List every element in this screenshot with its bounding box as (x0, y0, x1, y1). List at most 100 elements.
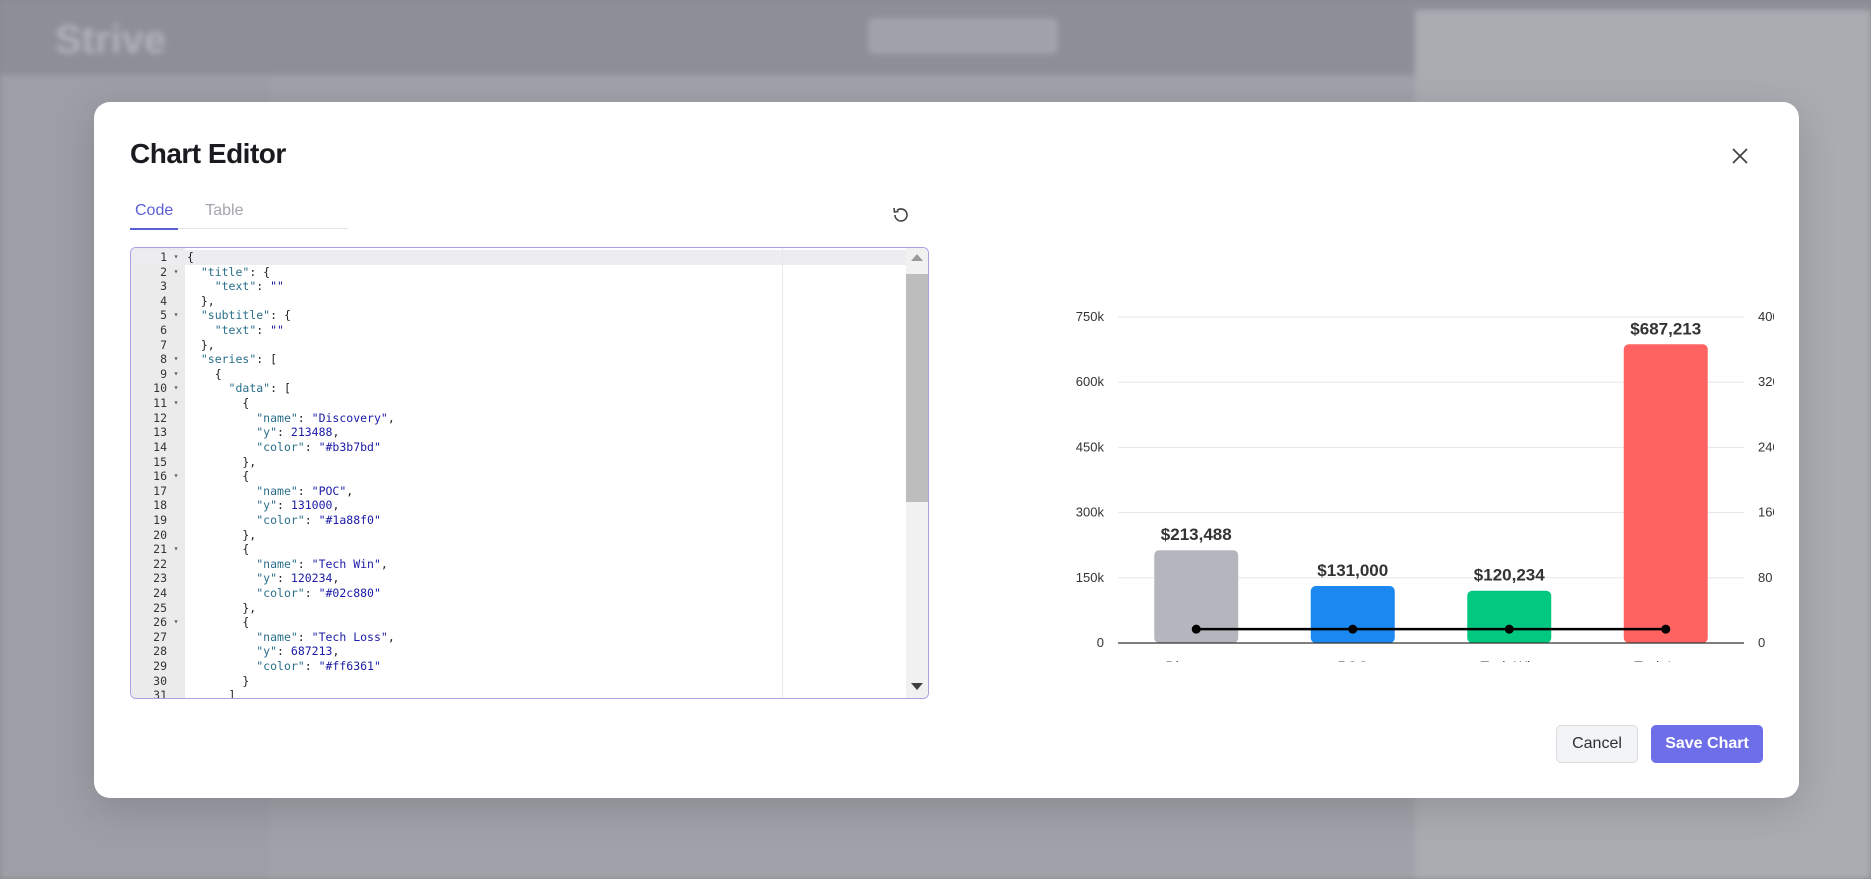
code-line[interactable]: 5 ▾ "subtitle": { (131, 308, 395, 323)
code-line[interactable]: 21 ▾ { (131, 542, 395, 557)
code-text: "name": "Discovery", (256, 410, 395, 425)
line-number: 17 (153, 483, 167, 498)
code-line[interactable]: 11 ▾ { (131, 396, 395, 411)
line-number: 26 (153, 615, 167, 630)
code-text: "y": 213488, (256, 425, 340, 440)
code-text: { (187, 615, 250, 630)
fold-arrow-icon[interactable]: ▾ (169, 396, 183, 411)
code-line[interactable]: 18 "y": 131000, (131, 498, 395, 513)
code-line[interactable]: 15 }, (131, 455, 395, 470)
fold-arrow-icon[interactable]: ▾ (169, 542, 183, 557)
code-lines[interactable]: 1 ▾{2 ▾ "title": {3 "text": "" 4 }, 5 ▾ "subt… (131, 250, 395, 699)
line-number: 29 (153, 659, 167, 674)
code-text: "y": 687213, (256, 644, 340, 659)
code-line[interactable]: 25 }, (131, 601, 395, 616)
code-line[interactable]: 1 ▾ { (131, 250, 395, 265)
code-line[interactable]: 3 "text": "" (131, 279, 395, 294)
code-text: "color": "#02c880" (256, 586, 381, 601)
code-text: "text": "" (214, 279, 284, 294)
code-text: "y": 120234, (256, 571, 340, 586)
fold-arrow-icon[interactable]: ▾ (169, 265, 183, 280)
y-left-tick-label: 450k (1076, 439, 1105, 454)
line-number: 5 (160, 308, 167, 323)
fold-arrow-icon[interactable]: ▾ (169, 250, 183, 265)
fold-arrow-icon[interactable]: ▾ (169, 615, 183, 630)
fold-arrow-icon[interactable]: ▾ (169, 381, 183, 396)
code-text: { (187, 396, 250, 411)
code-line[interactable]: 8 ▾ "series": [ (131, 352, 395, 367)
code-text: "name": "POC", (256, 483, 354, 498)
y-right-tick-label: 160 (1758, 505, 1774, 520)
editor-scrollbar[interactable] (906, 248, 928, 698)
code-line[interactable]: 27 "name": "Tech Loss", (131, 630, 395, 645)
code-line[interactable]: 30 } (131, 674, 395, 689)
scroll-up-arrow[interactable] (911, 254, 923, 261)
code-line[interactable]: 19 "color": "#1a88f0" (131, 513, 395, 528)
code-text: }, (187, 293, 215, 308)
code-text: { (187, 542, 250, 557)
code-line[interactable]: 10 ▾ "data": [ (131, 381, 395, 396)
line-number: 18 (153, 498, 167, 513)
code-line[interactable]: 6 "text": "" (131, 323, 395, 338)
code-line[interactable]: 16 ▾ { (131, 469, 395, 484)
bar-data-label: $213,488 (1161, 525, 1232, 544)
line-number: 4 (160, 293, 167, 308)
tab-code[interactable]: Code (130, 198, 179, 230)
code-line[interactable]: 12 "name": "Discovery", (131, 411, 395, 426)
line-number: 1 (160, 250, 167, 264)
code-line[interactable]: 24 "color": "#02c880" (131, 586, 395, 601)
tab-table[interactable]: Table (200, 198, 248, 230)
code-line[interactable]: 4 }, (131, 294, 395, 309)
bar-data-label: $687,213 (1630, 319, 1701, 338)
code-line[interactable]: 22 "name": "Tech Win", (131, 557, 395, 572)
close-icon[interactable] (1726, 142, 1754, 170)
code-line[interactable]: 7 }, (131, 338, 395, 353)
fold-arrow-icon[interactable]: ▾ (169, 352, 183, 367)
fold-arrow-icon[interactable]: ▾ (169, 367, 183, 382)
fold-arrow-icon[interactable]: ▾ (169, 308, 183, 323)
fold-arrow-icon[interactable]: ▾ (169, 469, 183, 484)
reset-icon[interactable] (890, 204, 912, 226)
line-number: 9 (160, 366, 167, 381)
code-editor[interactable]: 1 ▾{2 ▾ "title": {3 "text": "" 4 }, 5 ▾ "subt… (130, 247, 929, 699)
code-line[interactable]: 28 "y": 687213, (131, 644, 395, 659)
code-line[interactable]: 23 "y": 120234, (131, 571, 395, 586)
code-line[interactable]: 17 "name": "POC", (131, 484, 395, 499)
code-line[interactable]: 14 "color": "#b3b7bd" (131, 440, 395, 455)
chart-bar (1467, 590, 1552, 643)
line-number: 14 (153, 439, 167, 454)
code-line[interactable]: 13 "y": 213488, (131, 425, 395, 440)
code-text: "name": "Tech Loss", (256, 629, 395, 644)
code-text: "subtitle": { (200, 308, 291, 323)
code-line[interactable]: 20 }, (131, 528, 395, 543)
save-chart-button[interactable]: Save Chart (1651, 725, 1763, 763)
code-text: }, (187, 600, 257, 615)
code-line[interactable]: 29 "color": "#ff6361" (131, 659, 395, 674)
code-text: "name": "Tech Win", (256, 556, 388, 571)
line-number: 3 (160, 279, 167, 294)
line-number: 7 (160, 337, 167, 352)
code-text: "y": 131000, (256, 498, 340, 513)
code-text: "title": { (200, 264, 271, 279)
code-line[interactable]: 31 ] (131, 688, 395, 699)
y-left-tick-label: 150k (1076, 570, 1105, 585)
code-line[interactable]: 9 ▾ { (131, 367, 395, 382)
code-text: } (187, 673, 250, 688)
code-line[interactable]: 26 ▾ { (131, 615, 395, 630)
scroll-down-arrow[interactable] (911, 683, 923, 690)
modal-title: Chart Editor (130, 138, 286, 169)
code-line[interactable]: 2 ▾ "title": { (131, 265, 395, 280)
scroll-thumb[interactable] (906, 274, 928, 502)
line-number: 31 (153, 688, 167, 699)
cancel-button[interactable]: Cancel (1556, 725, 1638, 763)
line-number: 11 (153, 396, 167, 411)
